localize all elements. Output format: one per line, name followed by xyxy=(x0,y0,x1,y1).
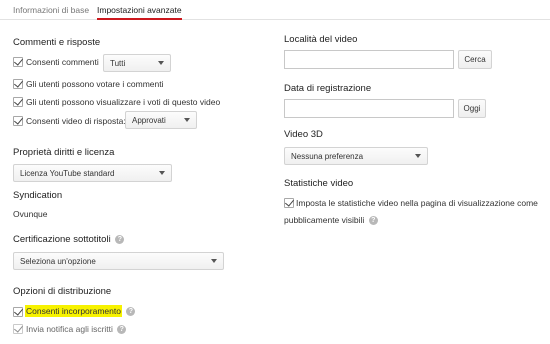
video-responses-label: Consenti video di risposta: xyxy=(26,116,126,126)
public-stats-label-line2-row: pubblicamente visibili ? xyxy=(284,215,378,226)
captions-title-text: Certificazione sottotitoli xyxy=(13,234,111,245)
tab-advanced-settings[interactable]: Impostazioni avanzate xyxy=(97,5,182,20)
recording-date-input[interactable] xyxy=(284,99,454,118)
allow-comments-select[interactable]: Tutti xyxy=(103,54,171,72)
video-responses-checkbox[interactable] xyxy=(13,116,23,126)
license-select-value: Licenza YouTube standard xyxy=(20,168,115,178)
chevron-down-icon xyxy=(184,118,190,122)
notify-subscribers-row: Invia notifica agli iscritti ? xyxy=(26,324,127,335)
users-view-votes-label: Gli utenti possono visualizzare i voti d… xyxy=(26,97,221,107)
video3d-section-title: Video 3D xyxy=(284,129,323,140)
notify-subscribers-checkbox[interactable] xyxy=(13,324,23,334)
syndication-value: Ovunque xyxy=(13,209,48,219)
location-input[interactable] xyxy=(284,50,454,69)
allow-comments-label: Consenti commenti xyxy=(26,57,99,67)
users-vote-label: Gli utenti possono votare i commenti xyxy=(26,79,164,89)
help-icon[interactable]: ? xyxy=(115,234,125,244)
stats-section-title: Statistiche video xyxy=(284,178,354,189)
allow-comments-checkbox[interactable] xyxy=(13,57,23,67)
syndication-section-title: Syndication xyxy=(13,190,63,201)
help-icon[interactable]: ? xyxy=(126,307,136,317)
public-stats-label-line1: Imposta le statistiche video nella pagin… xyxy=(296,198,538,208)
tab-basic-info[interactable]: Informazioni di base xyxy=(13,5,89,15)
video3d-select[interactable]: Nessuna preferenza xyxy=(284,147,428,165)
allow-embedding-checkbox[interactable] xyxy=(13,307,23,317)
users-view-votes-checkbox[interactable] xyxy=(13,97,23,107)
chevron-down-icon xyxy=(211,259,217,263)
allow-comments-select-value: Tutti xyxy=(110,58,126,68)
captions-section-title: Certificazione sottotitoli ? xyxy=(13,234,125,245)
today-button[interactable]: Oggi xyxy=(458,99,486,118)
chevron-down-icon xyxy=(415,154,421,158)
allow-embedding-row: Consenti incorporamento ? xyxy=(25,305,136,317)
captions-select-value: Seleziona un'opzione xyxy=(20,256,96,266)
distribution-section-title: Opzioni di distribuzione xyxy=(13,286,112,297)
license-select[interactable]: Licenza YouTube standard xyxy=(13,164,172,182)
comments-section-title: Commenti e risposte xyxy=(13,37,101,48)
notify-subscribers-label: Invia notifica agli iscritti xyxy=(26,324,113,334)
help-icon[interactable]: ? xyxy=(368,216,378,226)
tab-bar: Informazioni di base Impostazioni avanza… xyxy=(0,0,550,20)
allow-embedding-label: Consenti incorporamento xyxy=(25,305,122,317)
rights-section-title: Proprietà diritti e licenza xyxy=(13,147,115,158)
help-icon[interactable]: ? xyxy=(117,325,127,335)
video-responses-select[interactable]: Approvati xyxy=(125,111,197,129)
users-vote-checkbox[interactable] xyxy=(13,79,23,89)
chevron-down-icon xyxy=(158,61,164,65)
search-button[interactable]: Cerca xyxy=(458,50,492,69)
video3d-select-value: Nessuna preferenza xyxy=(291,151,364,161)
chevron-down-icon xyxy=(159,171,165,175)
recording-date-section-title: Data di registrazione xyxy=(284,83,372,94)
video-responses-select-value: Approvati xyxy=(132,115,166,125)
public-stats-checkbox[interactable] xyxy=(284,198,294,208)
location-section-title: Località del video xyxy=(284,34,358,45)
captions-select[interactable]: Seleziona un'opzione xyxy=(13,252,224,270)
public-stats-label-line2: pubblicamente visibili xyxy=(284,215,365,225)
